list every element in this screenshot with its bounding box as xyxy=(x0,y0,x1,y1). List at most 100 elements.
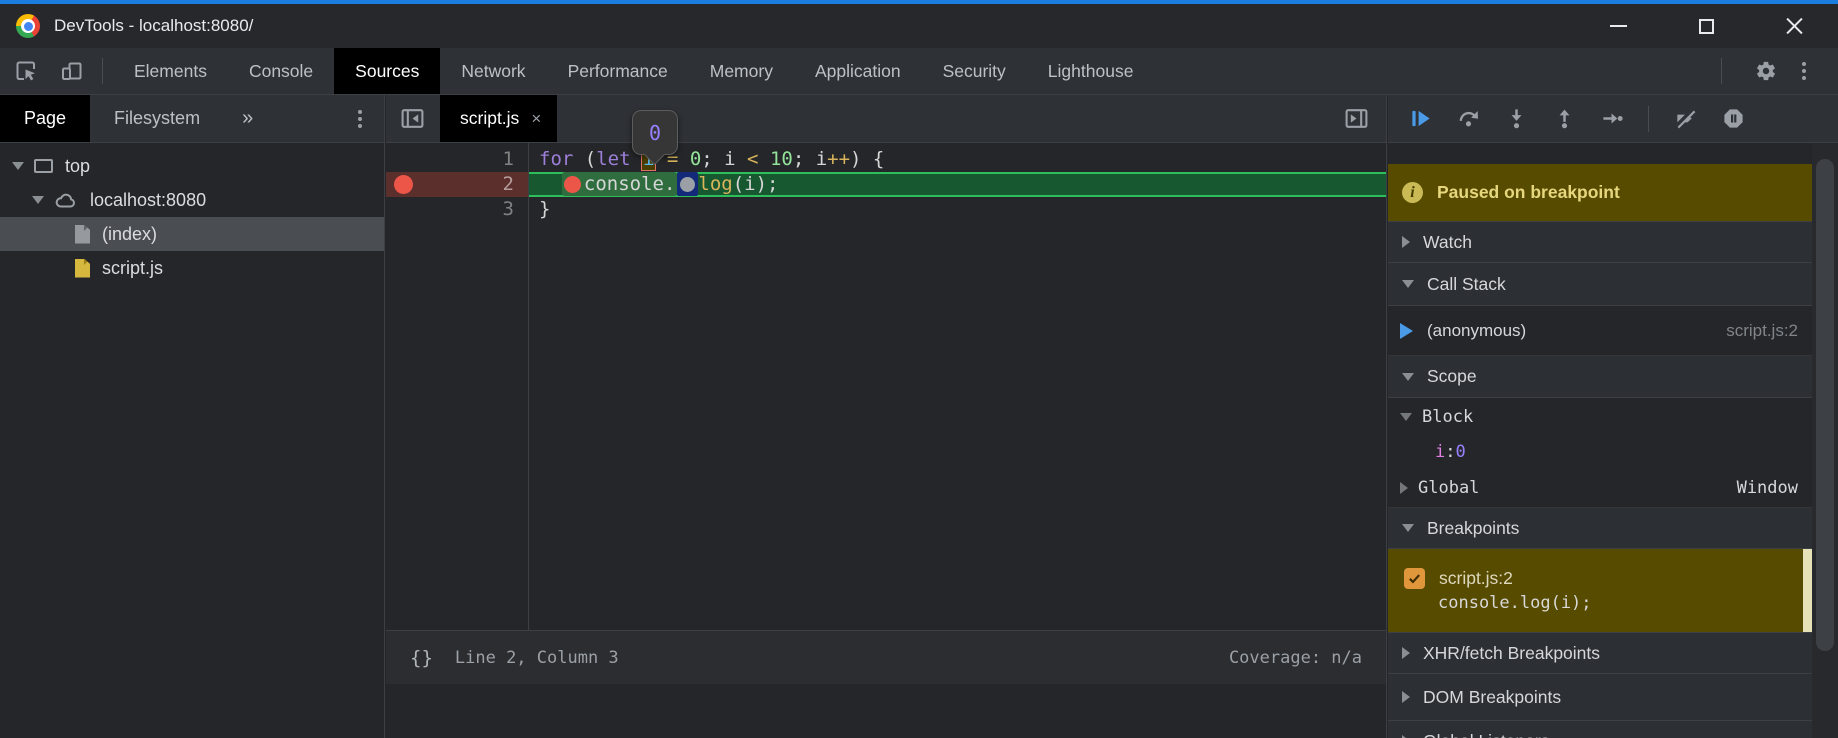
step-into-icon xyxy=(1505,107,1528,130)
section-watch[interactable]: Watch xyxy=(1388,222,1812,263)
inspect-element-button[interactable] xyxy=(6,54,46,88)
minimize-button[interactable] xyxy=(1574,4,1662,48)
maximize-button[interactable] xyxy=(1662,4,1750,48)
inline-breakpoint-range[interactable]: console. xyxy=(562,172,678,196)
line-number[interactable]: 1 xyxy=(450,147,528,172)
line-number[interactable]: 3 xyxy=(450,197,528,222)
deactivate-breakpoints-icon xyxy=(1674,107,1697,130)
toolbar-right-group xyxy=(1711,54,1838,88)
code-token: for xyxy=(539,148,573,170)
tab-console[interactable]: Console xyxy=(228,48,334,94)
tree-item-label: localhost:8080 xyxy=(90,190,206,211)
step-over-button[interactable] xyxy=(1446,101,1490,137)
line-number[interactable]: 2 xyxy=(450,172,528,197)
tree-item-localhost-8080[interactable]: localhost:8080 xyxy=(0,183,384,217)
section-dom-breakpoints[interactable]: DOM Breakpoints xyxy=(1388,674,1812,721)
navigator-tab-strip: Page Filesystem » xyxy=(0,95,384,143)
step-into-button[interactable] xyxy=(1494,101,1538,137)
close-tab-icon[interactable]: × xyxy=(531,109,541,129)
section-call-stack[interactable]: Call Stack xyxy=(1388,263,1812,306)
tab-page[interactable]: Page xyxy=(0,95,90,142)
section-scope[interactable]: Scope xyxy=(1388,356,1812,398)
step-out-icon xyxy=(1553,107,1576,130)
tree-item-top[interactable]: top xyxy=(0,149,384,183)
tree-item-script-js[interactable]: script.js xyxy=(0,251,384,285)
deactivate-breakpoints-button[interactable] xyxy=(1663,101,1707,137)
debugger-scrollbar[interactable] xyxy=(1812,143,1838,738)
step-out-button[interactable] xyxy=(1542,101,1586,137)
tab-memory[interactable]: Memory xyxy=(689,48,794,94)
scrollbar-thumb[interactable] xyxy=(1816,159,1834,651)
sources-navigator-panel: Page Filesystem » top localhost:8080 (inde… xyxy=(0,95,385,738)
scope-global-label: Global xyxy=(1418,478,1479,498)
code-token: ; i xyxy=(701,148,747,170)
breakpoint-checkbox[interactable] xyxy=(1404,568,1425,589)
tab-network[interactable]: Network xyxy=(440,48,546,94)
code-token: 10 xyxy=(770,148,793,170)
scope-global-row[interactable]: Global Window xyxy=(1388,468,1812,508)
section-xhr-breakpoints[interactable]: XHR/fetch Breakpoints xyxy=(1388,633,1812,674)
breakpoint-gutter[interactable] xyxy=(386,147,450,172)
coverage-label: Coverage: n/a xyxy=(1229,648,1386,668)
resume-button[interactable] xyxy=(1398,101,1442,137)
tab-filesystem[interactable]: Filesystem xyxy=(90,95,224,142)
scope-variable-row[interactable]: i: 0 xyxy=(1388,436,1812,468)
code-token: (i); xyxy=(733,173,779,195)
inline-breakpoint-candidate-icon[interactable] xyxy=(680,177,695,192)
pause-on-exceptions-button[interactable] xyxy=(1711,101,1755,137)
tab-lighthouse[interactable]: Lighthouse xyxy=(1027,48,1155,94)
breakpoint-entry-edge xyxy=(1803,549,1812,632)
navigator-more-options-button[interactable] xyxy=(350,106,370,132)
code-token: < xyxy=(747,148,758,170)
code-token: log xyxy=(698,173,732,195)
section-breakpoints[interactable]: Breakpoints xyxy=(1388,508,1812,549)
section-global-listeners[interactable]: Global Listeners xyxy=(1388,721,1812,738)
info-icon: i xyxy=(1402,182,1423,203)
pretty-print-icon[interactable]: {} xyxy=(410,647,433,669)
editor-tab-scriptjs[interactable]: script.js × xyxy=(440,95,557,142)
chrome-logo-icon xyxy=(16,14,40,38)
gutter-divider xyxy=(528,143,529,684)
step-icon xyxy=(1601,107,1624,130)
more-tabs-chevron-icon[interactable]: » xyxy=(242,107,251,130)
scope-block-row[interactable]: Block xyxy=(1388,398,1812,436)
show-debugger-sidebar-button[interactable] xyxy=(1336,102,1376,136)
step-button[interactable] xyxy=(1590,101,1634,137)
inline-breakpoint-icon[interactable] xyxy=(564,176,581,193)
scope-block-label: Block xyxy=(1422,407,1473,427)
cursor-position-label: Line 2, Column 3 xyxy=(455,648,619,668)
code-token xyxy=(758,148,769,170)
tree-item--index-[interactable]: (index) xyxy=(0,217,384,251)
inline-position-marker[interactable] xyxy=(677,172,698,196)
code-token: 0 xyxy=(690,148,701,170)
step-over-icon xyxy=(1457,107,1480,130)
editor-panel: script.js × 0 1for (let i = 0; i < 10; i… xyxy=(386,95,1387,738)
code-lines: 1for (let i = 0; i < 10; i++) {2 console… xyxy=(386,143,1386,222)
call-stack-frame[interactable]: (anonymous) script.js:2 xyxy=(1388,306,1812,356)
hide-navigator-icon xyxy=(400,106,425,131)
tab-performance[interactable]: Performance xyxy=(547,48,689,94)
more-options-button[interactable] xyxy=(1794,58,1814,84)
code-token: ; i xyxy=(793,148,827,170)
hide-navigator-button[interactable] xyxy=(392,102,432,136)
maximize-icon xyxy=(1699,19,1714,34)
code-content: console. log(i); xyxy=(529,172,1386,197)
expanded-arrow-icon[interactable] xyxy=(12,162,24,170)
expanded-arrow-icon[interactable] xyxy=(32,196,44,204)
tab-sources[interactable]: Sources xyxy=(334,48,440,94)
code-token: } xyxy=(539,198,550,220)
settings-button[interactable] xyxy=(1746,54,1786,88)
device-toolbar-button[interactable] xyxy=(52,54,92,88)
tab-application[interactable]: Application xyxy=(794,48,922,94)
breakpoint-entry[interactable]: script.js:2 console.log(i); xyxy=(1388,549,1812,633)
tab-security[interactable]: Security xyxy=(922,48,1027,94)
code-editor[interactable]: 1for (let i = 0; i < 10; i++) {2 console… xyxy=(386,143,1386,684)
breakpoint-gutter[interactable] xyxy=(386,197,450,222)
close-button[interactable] xyxy=(1750,4,1838,48)
breakpoint-dot-icon[interactable] xyxy=(394,175,413,194)
tab-elements[interactable]: Elements xyxy=(113,48,228,94)
breakpoint-gutter[interactable] xyxy=(386,172,450,197)
collapsed-arrow-icon xyxy=(1402,647,1410,659)
pause-on-exceptions-icon xyxy=(1722,107,1745,130)
panel-tabs: ElementsConsoleSourcesNetworkPerformance… xyxy=(113,48,1154,94)
